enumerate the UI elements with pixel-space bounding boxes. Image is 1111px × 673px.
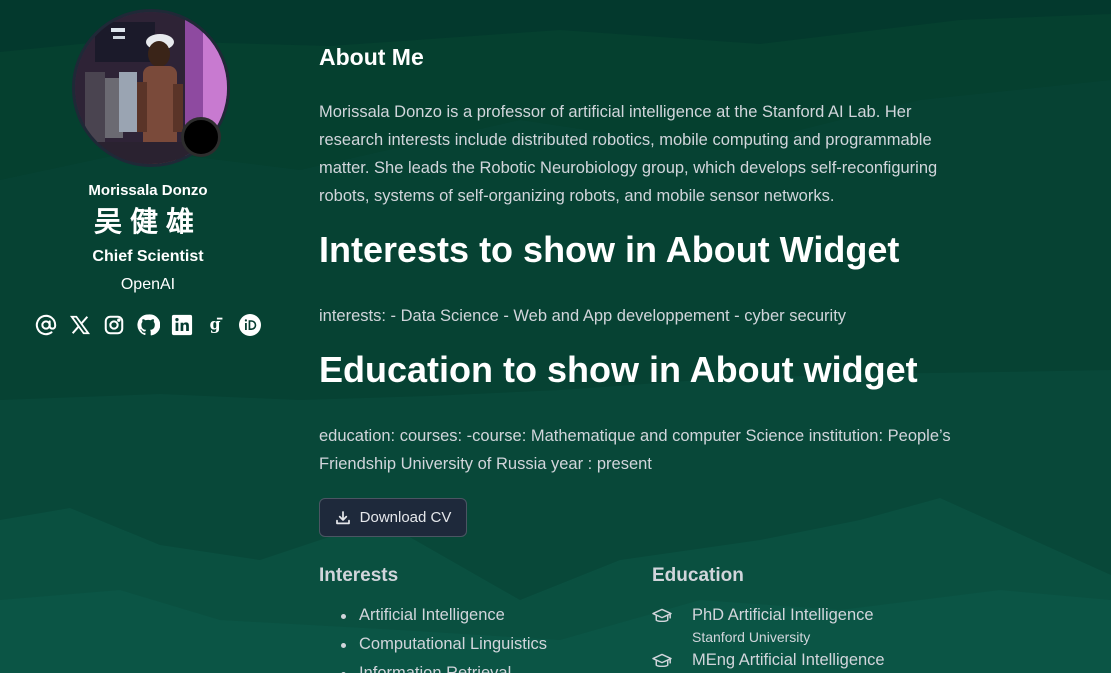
linkedin-link[interactable] [170,312,194,338]
download-cv-button[interactable]: Download CV [319,498,467,537]
at-sign-icon [35,314,57,336]
profile-role: Chief Scientist [92,248,204,265]
education-title: Education [652,565,744,586]
interests-list: Artificial Intelligence Computational Li… [319,601,547,673]
svg-text:g: g [210,315,221,334]
social-links: g [34,312,262,338]
x-twitter-link[interactable] [68,312,92,338]
download-cv-label: Download CV [359,509,452,526]
page: Morissala Donzo 吴健雄 Chief Scientist Open… [0,0,1111,673]
education-degree: MEng Artificial Intelligence [692,651,885,669]
orcid-icon [239,314,261,336]
graduation-cap-icon [652,653,672,668]
status-indicator [181,117,221,157]
about-bio: Morissala Donzo is a professor of artifi… [319,103,938,205]
education-widget-heading: Education to show in About widget [319,349,918,390]
x-twitter-icon [69,315,91,335]
instagram-link[interactable] [102,312,126,338]
download-icon [335,510,350,524]
interest-item: Computational Linguistics [319,630,547,659]
instagram-icon [104,315,124,335]
profile-organization: OpenAI [120,276,176,293]
avatar-container [72,9,230,167]
interests-widget-heading: Interests to show in About Widget [319,229,900,270]
github-link[interactable] [136,312,160,338]
github-icon [137,314,160,336]
google-scholar-link[interactable]: g [204,312,228,338]
linkedin-icon [171,314,193,336]
google-scholar-icon: g [210,315,223,334]
interests-title: Interests [319,565,399,586]
profile-name-cjk: 吴健雄 [93,205,202,238]
email-link[interactable] [34,312,58,338]
about-heading: About Me [319,44,424,70]
interest-item: Artificial Intelligence [319,601,547,630]
education-item: MEng Artificial Intelligence [652,649,885,673]
graduation-cap-icon [652,608,672,623]
interests-widget-text: interests: - Data Science - Web and App … [319,307,847,325]
education-list: PhD Artificial Intelligence Stanford Uni… [652,604,885,673]
education-item: PhD Artificial Intelligence Stanford Uni… [652,604,885,649]
education-institution: Stanford University [692,629,811,645]
profile-name: Morissala Donzo [88,182,208,199]
orcid-link[interactable] [238,312,262,338]
education-degree: PhD Artificial Intelligence [692,606,874,624]
education-widget-text: education: courses: -course: Mathematiqu… [319,427,951,473]
interest-item: Information Retrieval [319,659,547,673]
